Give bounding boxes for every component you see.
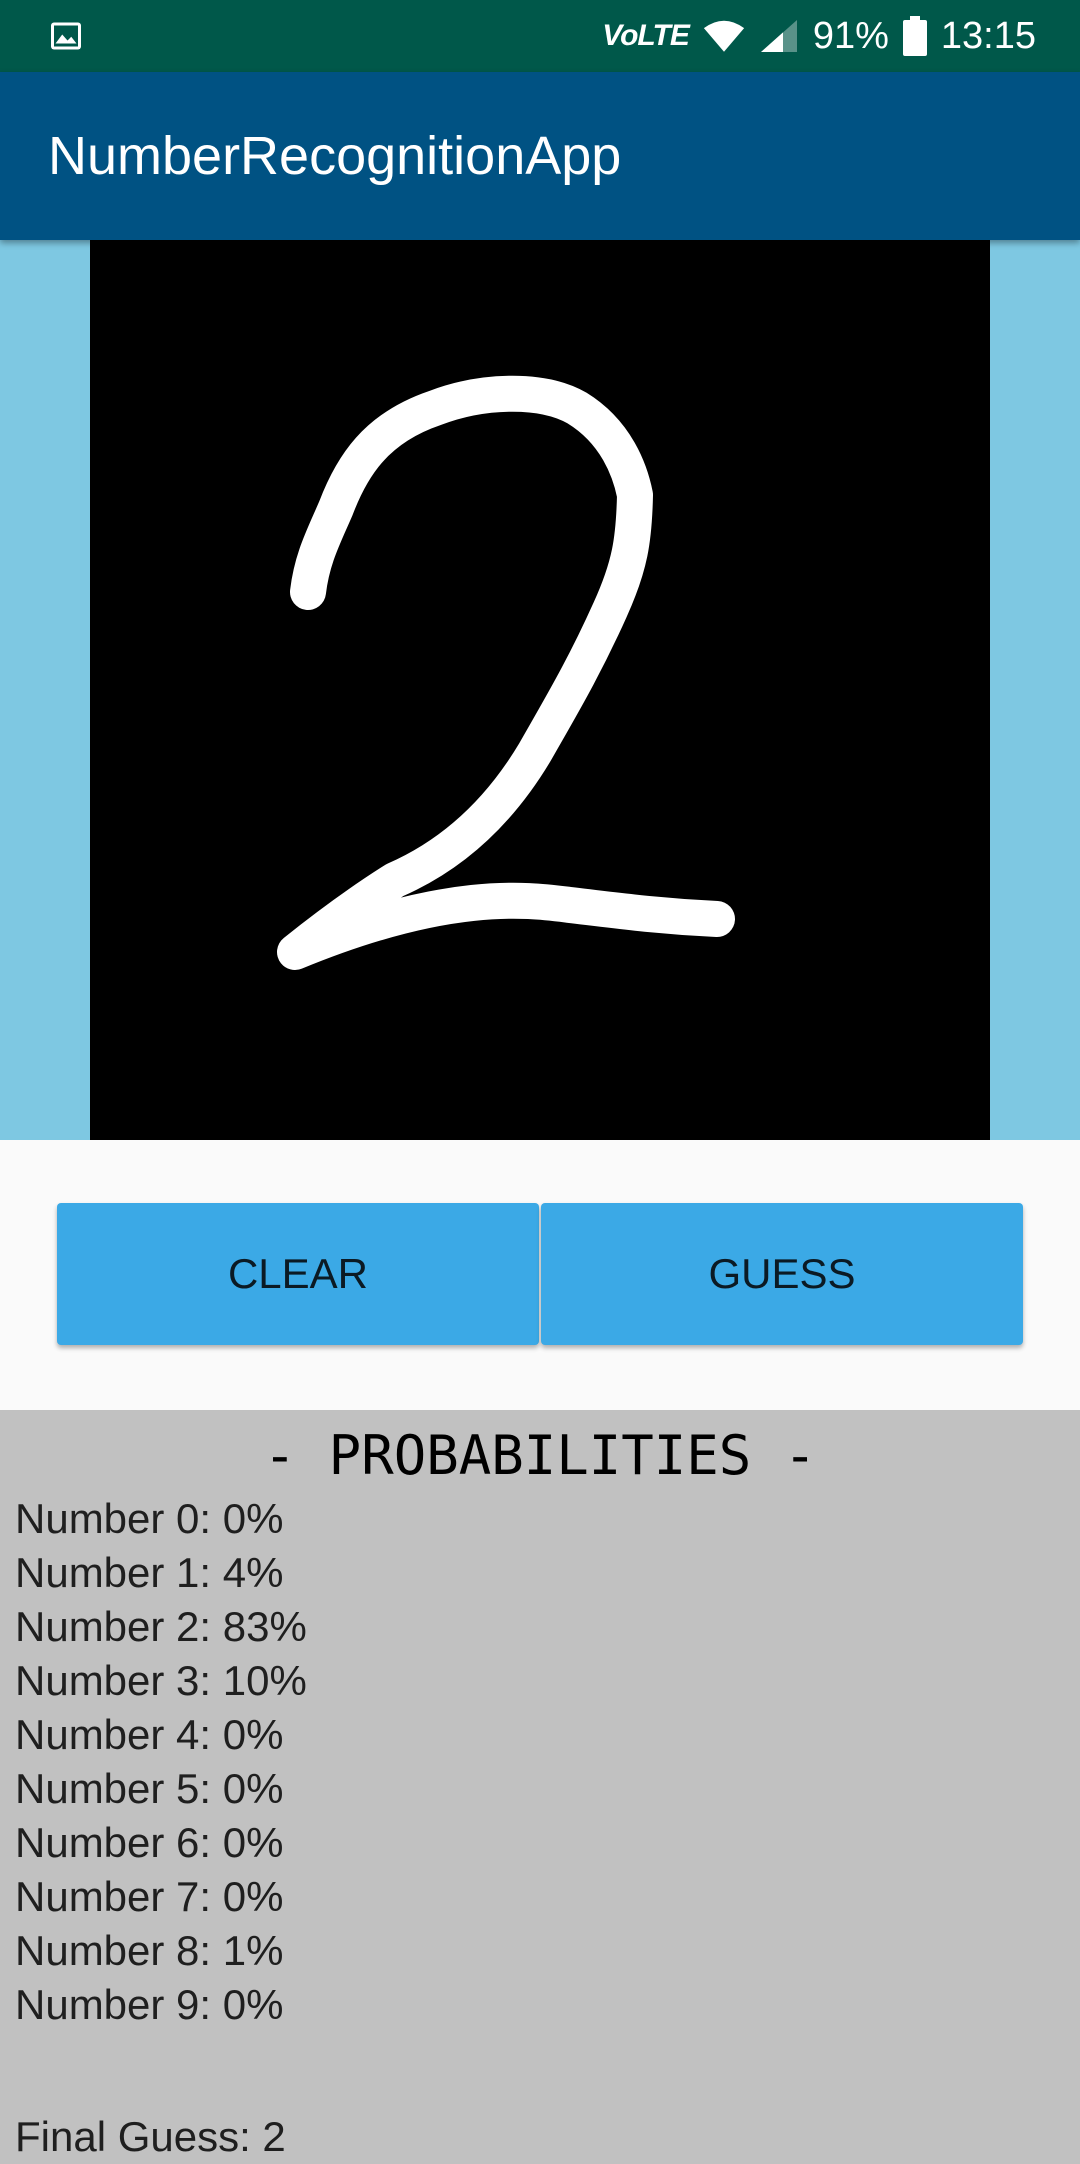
gallery-notification-icon: [51, 22, 81, 50]
probability-item-3: Number 3: 10%: [15, 1657, 307, 1704]
probability-item-8: Number 8: 1%: [15, 1927, 284, 1974]
status-indicators: VoLTE 91% 13:15: [602, 0, 1036, 72]
probability-item-5: Number 5: 0%: [15, 1765, 284, 1812]
probability-item-0: Number 0: 0%: [15, 1495, 284, 1542]
guess-button[interactable]: GUESS: [541, 1203, 1023, 1345]
wifi-icon: [703, 20, 744, 52]
probabilities-heading: - PROBABILITIES -: [263, 1424, 817, 1487]
probability-item-1: Number 1: 4%: [15, 1549, 284, 1596]
status-bar: VoLTE 91% 13:15: [0, 0, 1080, 72]
signal-icon: [760, 20, 797, 52]
clock: 13:15: [940, 14, 1036, 57]
clear-button[interactable]: CLEAR: [57, 1203, 539, 1345]
probabilities-panel: - PROBABILITIES - Number 0: 0% Number 1:…: [0, 1410, 1080, 2160]
probability-item-2: Number 2: 83%: [15, 1603, 307, 1650]
app-bar: NumberRecognitionApp: [0, 72, 1080, 240]
drawing-canvas[interactable]: [90, 240, 990, 1140]
probability-item-9: Number 9: 0%: [15, 1981, 284, 2028]
probability-item-4: Number 4: 0%: [15, 1711, 284, 1758]
probability-list: Number 0: 0% Number 1: 4% Number 2: 83% …: [15, 1492, 307, 2032]
volte-indicator: VoLTE: [602, 19, 690, 52]
battery-icon: [902, 16, 927, 56]
battery-percent: 91%: [812, 14, 889, 57]
probability-item-7: Number 7: 0%: [15, 1873, 284, 1920]
button-bar: CLEAR GUESS: [0, 1140, 1080, 1410]
app-title: NumberRecognitionApp: [48, 126, 622, 186]
probability-item-6: Number 6: 0%: [15, 1819, 284, 1866]
canvas-container: [0, 240, 1080, 1140]
final-guess: Final Guess: 2: [15, 2113, 286, 2160]
handwritten-digit-stroke: [277, 375, 735, 970]
